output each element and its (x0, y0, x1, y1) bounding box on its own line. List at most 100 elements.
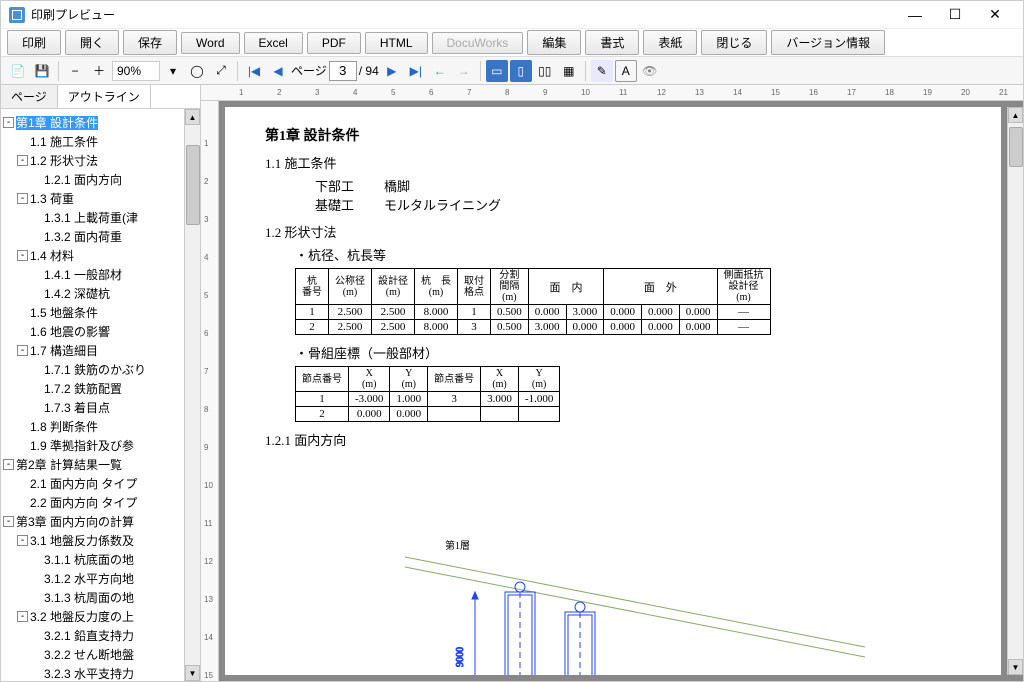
page-scroll-down-icon[interactable]: ▼ (1008, 659, 1023, 675)
tree-node[interactable]: 3.2.3 水平支持力 (3, 664, 182, 681)
tree-label: 3.2.3 水平支持力 (44, 667, 134, 681)
tree-node[interactable]: 1.6 地震の影響 (3, 322, 182, 341)
scroll-up-icon[interactable]: ▲ (185, 109, 200, 125)
section-1-1-title: 1.1 施工条件 (265, 153, 961, 172)
expand-icon[interactable]: - (3, 117, 14, 128)
tree-node[interactable]: -1.3 荷重 (3, 189, 182, 208)
tree-node[interactable]: -1.7 構造細目 (3, 341, 182, 360)
tab-pages[interactable]: ページ (1, 85, 58, 108)
expand-icon[interactable]: - (3, 459, 14, 470)
fit-icon[interactable]: ⤢ (210, 60, 232, 82)
toolbar-btn-保存[interactable]: 保存 (123, 30, 177, 55)
page-scrollbar[interactable]: ▲ ▼ (1007, 107, 1023, 675)
toolbar-btn-pdf[interactable]: PDF (307, 32, 361, 54)
dropdown-icon[interactable]: ▾ (162, 60, 184, 82)
tree-node[interactable]: 3.2.1 鉛直支持力 (3, 626, 182, 645)
tree-node[interactable]: 2.2 面内方向 タイプ (3, 493, 182, 512)
tree-node[interactable]: 1.1 施工条件 (3, 132, 182, 151)
zoom-value[interactable]: 90% (112, 61, 160, 81)
tree-node[interactable]: 1.2.1 面内方向 (3, 170, 182, 189)
sidebar-scrollbar[interactable]: ▲ ▼ (184, 109, 200, 681)
zoom-out-icon[interactable]: − (64, 60, 86, 82)
text-tool-icon[interactable]: A (615, 60, 637, 82)
maximize-button[interactable]: ☐ (935, 3, 975, 27)
layout-grid-icon[interactable]: ▦ (558, 60, 580, 82)
save-icon[interactable]: 💾 (31, 60, 53, 82)
layout-single-icon[interactable]: ▭ (486, 60, 508, 82)
tree-node[interactable]: 1.7.2 鉄筋配置 (3, 379, 182, 398)
diagram-layer-label: 第1層 (445, 539, 470, 552)
forward-icon[interactable]: → (453, 60, 475, 82)
last-page-icon[interactable]: ▶| (405, 60, 427, 82)
tree-node[interactable]: 1.4.1 一般部材 (3, 265, 182, 284)
tree-node[interactable]: -3.2 地盤反力度の上 (3, 607, 182, 626)
zoom-in-icon[interactable]: ＋ (88, 60, 110, 82)
edit-icon[interactable]: ✎ (591, 60, 613, 82)
page-scroll-thumb[interactable] (1009, 127, 1023, 167)
tree-label: 1.3 荷重 (30, 192, 74, 206)
scroll-thumb[interactable] (186, 145, 200, 225)
tree-label: 1.4 材料 (30, 249, 74, 263)
tree-node[interactable]: -1.4 材料 (3, 246, 182, 265)
toolbar-btn-バージョン情報[interactable]: バージョン情報 (771, 30, 885, 55)
expand-icon[interactable]: - (17, 155, 28, 166)
page-current-input[interactable] (329, 61, 357, 81)
expand-icon[interactable]: - (17, 193, 28, 204)
first-page-icon[interactable]: |◀ (243, 60, 265, 82)
tree-node[interactable]: -第2章 計算結果一覧 (3, 455, 182, 474)
hide-icon[interactable]: 👁 (639, 60, 661, 82)
expand-icon[interactable]: - (3, 516, 14, 527)
tree-node[interactable]: 2.1 面内方向 タイプ (3, 474, 182, 493)
kv-val-0: 橋脚 (384, 176, 410, 195)
tree-node[interactable]: 1.7.1 鉄筋のかぶり (3, 360, 182, 379)
tree-node[interactable]: 3.2.2 せん断地盤 (3, 645, 182, 664)
layout-facing-icon[interactable]: ▯▯ (534, 60, 556, 82)
toolbar-btn-編集[interactable]: 編集 (527, 30, 581, 55)
toolbar-btn-表紙[interactable]: 表紙 (643, 30, 697, 55)
tree-node[interactable]: -第1章 設計条件 (3, 113, 182, 132)
toolbar-btn-word[interactable]: Word (181, 32, 239, 54)
tree-node[interactable]: -3.1 地盤反力係数及 (3, 531, 182, 550)
layout-continuous-icon[interactable]: ▯ (510, 60, 532, 82)
back-icon[interactable]: ← (429, 60, 451, 82)
scroll-down-icon[interactable]: ▼ (185, 665, 200, 681)
toolbar-btn-書式[interactable]: 書式 (585, 30, 639, 55)
subhead-frame: ・骨組座標（一般部材） (295, 343, 961, 362)
tree-label: 1.2.1 面内方向 (44, 173, 122, 187)
page-scroll-up-icon[interactable]: ▲ (1008, 107, 1023, 123)
toolbar-btn-開く[interactable]: 開く (65, 30, 119, 55)
tree-node[interactable]: 1.3.1 上載荷重(津 (3, 208, 182, 227)
tree-label: 1.4.1 一般部材 (44, 268, 122, 282)
sidebar: ページ アウトライン -第1章 設計条件1.1 施工条件-1.2 形状寸法 1.2… (1, 85, 201, 681)
close-button[interactable]: ✕ (975, 3, 1015, 27)
expand-icon[interactable]: - (17, 250, 28, 261)
tree-node[interactable]: 1.5 地盤条件 (3, 303, 182, 322)
tree-label: 3.2.1 鉛直支持力 (44, 629, 134, 643)
prev-page-icon[interactable]: ◀ (267, 60, 289, 82)
toolbar-btn-html[interactable]: HTML (365, 32, 428, 54)
toolbar-btn-excel[interactable]: Excel (244, 32, 303, 54)
expand-icon[interactable]: - (17, 611, 28, 622)
tree-node[interactable]: 1.7.3 着目点 (3, 398, 182, 417)
tree-node[interactable]: 1.3.2 面内荷重 (3, 227, 182, 246)
zoom-reset-icon[interactable]: ◯ (186, 60, 208, 82)
tree-label: 3.2.2 せん断地盤 (44, 648, 134, 662)
tree-node[interactable]: 1.4.2 深礎杭 (3, 284, 182, 303)
minimize-button[interactable]: — (895, 3, 935, 27)
export-icon[interactable]: 📄 (7, 60, 29, 82)
document-page: 第1章 設計条件 1.1 施工条件 下部工橋脚 基礎工モルタルライニング 1.2… (225, 107, 1001, 675)
tree-node[interactable]: 3.1.2 水平方向地 (3, 569, 182, 588)
tree-node[interactable]: 1.8 判断条件 (3, 417, 182, 436)
toolbar-btn-印刷[interactable]: 印刷 (7, 30, 61, 55)
outline-tree[interactable]: -第1章 設計条件1.1 施工条件-1.2 形状寸法1.2.1 面内方向-1.3… (1, 109, 184, 681)
expand-icon[interactable]: - (17, 345, 28, 356)
toolbar-btn-閉じる[interactable]: 閉じる (701, 30, 767, 55)
tree-node[interactable]: 3.1.3 杭周面の地 (3, 588, 182, 607)
tree-node[interactable]: -1.2 形状寸法 (3, 151, 182, 170)
tree-node[interactable]: -第3章 面内方向の計算 (3, 512, 182, 531)
expand-icon[interactable]: - (17, 535, 28, 546)
next-page-icon[interactable]: ▶ (381, 60, 403, 82)
tree-node[interactable]: 1.9 準拠指針及び参 (3, 436, 182, 455)
tab-outline[interactable]: アウトライン (58, 85, 151, 108)
tree-node[interactable]: 3.1.1 杭底面の地 (3, 550, 182, 569)
